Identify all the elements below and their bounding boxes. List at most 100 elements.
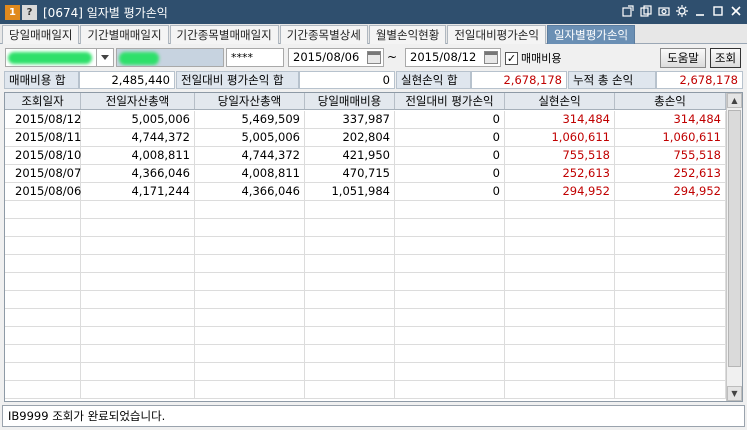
query-toolbar: **** 2015/08/06 ~ 2015/08/12 ✓ 매매비용 도움말 … [0,46,747,70]
header-prev-day-eval[interactable]: 전일대비 평가손익 [395,93,505,109]
help-badge[interactable]: ? [22,4,37,20]
cell-prev-day-eval: 0 [395,111,505,128]
cumulative-total-label: 누적 총 손익 [568,71,656,89]
empty-row [5,273,726,291]
cell-today-fee: 421,950 [305,147,395,164]
cell-total-pnl: 1,060,611 [615,129,726,146]
cell-total-pnl: 314,484 [615,111,726,128]
cell-today-assets: 5,469,509 [195,111,305,128]
fee-total-value: 2,485,440 [79,71,175,89]
status-bar: IB9999 조회가 완료되었습니다. [2,405,745,427]
grid-body: 2015/08/12 5,005,006 5,469,509 337,987 0… [5,111,726,399]
title-bar: 1 ? [0674] 일자별 평가손익 [0,0,747,24]
tab-daily-journal[interactable]: 당일매매일지 [2,25,80,44]
cell-date: 2015/08/10 [5,147,81,164]
copy-icon[interactable] [639,4,653,18]
window-number-badge: 1 [5,4,20,20]
cell-prev-day-eval: 0 [395,129,505,146]
header-query-date[interactable]: 조회일자 [5,93,81,109]
cell-prev-day-eval: 0 [395,165,505,182]
cell-total-pnl: 294,952 [615,183,726,200]
cell-today-assets: 4,008,811 [195,165,305,182]
header-today-assets[interactable]: 당일자산총액 [195,93,305,109]
help-button[interactable]: 도움말 [660,48,706,68]
empty-row [5,309,726,327]
cell-prev-day-eval: 0 [395,183,505,200]
cell-total-pnl: 252,613 [615,165,726,182]
cell-today-fee: 337,987 [305,111,395,128]
close-icon[interactable] [729,4,743,18]
empty-row [5,363,726,381]
account-input[interactable] [5,48,97,67]
tab-period-stock-detail[interactable]: 기간종목별상세 [279,25,368,44]
window-controls [621,4,743,18]
start-date-input[interactable]: 2015/08/06 [288,48,384,67]
header-prev-assets[interactable]: 전일자산총액 [81,93,195,109]
empty-row [5,219,726,237]
empty-row [5,345,726,363]
cell-realized: 294,952 [505,183,615,200]
scroll-up-icon[interactable]: ▲ [727,93,742,108]
cell-prev-assets: 4,171,244 [81,183,195,200]
cell-prev-assets: 4,008,811 [81,147,195,164]
cumulative-total-value: 2,678,178 [656,71,743,89]
empty-row [5,201,726,219]
vertical-scrollbar[interactable]: ▲ ▼ [726,93,742,401]
scroll-thumb[interactable] [728,110,741,367]
scroll-down-icon[interactable]: ▼ [727,386,742,401]
cell-prev-assets: 4,744,372 [81,129,195,146]
tab-daily-eval[interactable]: 일자별평가손익 [546,25,636,44]
query-button[interactable]: 조회 [710,48,741,68]
account-dropdown-button[interactable] [97,48,114,67]
maximize-icon[interactable] [711,4,725,18]
table-row[interactable]: 2015/08/10 4,008,811 4,744,372 421,950 0… [5,147,726,165]
cell-prev-assets: 5,005,006 [81,111,195,128]
minimize-icon[interactable] [693,4,707,18]
cell-realized: 1,060,611 [505,129,615,146]
empty-row [5,255,726,273]
cell-today-fee: 202,804 [305,129,395,146]
header-total-pnl[interactable]: 총손익 [615,93,726,109]
table-row[interactable]: 2015/08/11 4,744,372 5,005,006 202,804 0… [5,129,726,147]
table-row[interactable]: 2015/08/07 4,366,046 4,008,811 470,715 0… [5,165,726,183]
cell-date: 2015/08/06 [5,183,81,200]
tab-monthly-pnl[interactable]: 월별손익현황 [368,25,447,44]
fee-checkbox-group[interactable]: ✓ 매매비용 [505,50,561,66]
cell-date: 2015/08/11 [5,129,81,146]
end-date-input[interactable]: 2015/08/12 [405,48,501,67]
calendar-icon[interactable] [484,51,498,64]
cell-date: 2015/08/07 [5,165,81,182]
fee-checkbox[interactable]: ✓ [505,51,518,65]
name-redaction [119,52,159,65]
summary-bar: 매매비용 합 2,485,440 전일대비 평가손익 합 0 실현손익 합 2,… [0,70,747,90]
header-today-fee[interactable]: 당일매매비용 [305,93,395,109]
link-icon[interactable] [621,4,635,18]
password-input[interactable]: **** [226,48,284,67]
camera-icon[interactable] [657,4,671,18]
daily-eval-grid[interactable]: 조회일자 전일자산총액 당일자산총액 당일매매비용 전일대비 평가손익 실현손익… [4,92,743,402]
cell-realized: 252,613 [505,165,615,182]
window-title: [0674] 일자별 평가손익 [43,5,168,20]
cell-today-assets: 4,744,372 [195,147,305,164]
realized-total-value: 2,678,178 [471,71,567,89]
tab-period-stock-journal[interactable]: 기간종목별매매일지 [169,25,279,44]
cell-prev-assets: 4,366,046 [81,165,195,182]
chevron-down-icon [101,55,109,60]
header-realized[interactable]: 실현손익 [505,93,615,109]
tab-period-journal[interactable]: 기간별매매일지 [80,25,169,44]
cell-realized: 755,518 [505,147,615,164]
prev-day-eval-total-value: 0 [299,71,395,89]
table-row[interactable]: 2015/08/06 4,171,244 4,366,046 1,051,984… [5,183,726,201]
cell-today-fee: 1,051,984 [305,183,395,200]
date-range-separator: ~ [387,50,398,64]
cell-total-pnl: 755,518 [615,147,726,164]
calendar-icon[interactable] [367,51,381,64]
empty-row [5,291,726,309]
cell-today-assets: 4,366,046 [195,183,305,200]
gear-icon[interactable] [675,4,689,18]
tab-prev-day-eval[interactable]: 전일대비평가손익 [447,25,546,44]
end-date-value: 2015/08/12 [410,50,477,64]
fee-checkbox-label: 매매비용 [521,52,562,65]
tab-bar: 당일매매일지 기간별매매일지 기간종목별매매일지 기간종목별상세 월별손익현황 … [0,24,747,44]
table-row[interactable]: 2015/08/12 5,005,006 5,469,509 337,987 0… [5,111,726,129]
